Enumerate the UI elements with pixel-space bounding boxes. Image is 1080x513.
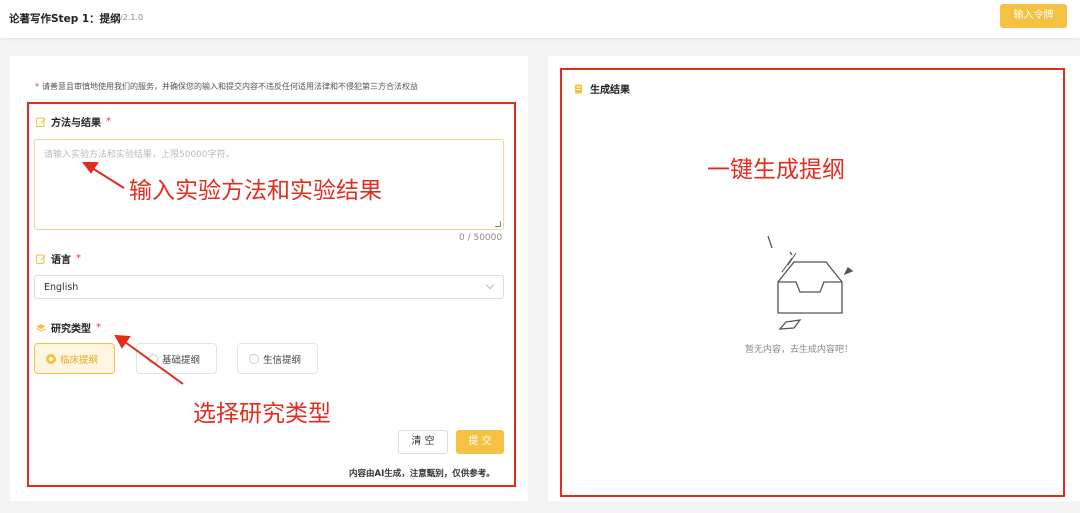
methods-placeholder: 请输入实验方法和实验结果，上限50000字符。	[44, 150, 235, 160]
language-label: 语言 *	[36, 251, 81, 266]
study-type-basic[interactable]: 基础提纲	[136, 343, 217, 374]
radio-unchecked-icon	[249, 353, 259, 364]
edit-icon	[36, 253, 46, 264]
language-label-text: 语言	[51, 255, 71, 266]
document-icon	[575, 84, 582, 93]
empty-state-text: 暂无内容，去生成内容吧！	[745, 345, 854, 355]
language-value: English	[44, 282, 79, 293]
result-highlight-box	[560, 68, 1065, 497]
resize-handle[interactable]	[495, 221, 501, 227]
version-label: v2.1.0	[118, 13, 144, 22]
clear-button[interactable]: 清 空	[398, 430, 448, 454]
page-title: 论著写作Step 1：提纲	[9, 13, 121, 25]
notice-mark: *	[35, 82, 39, 91]
study-type-label: 基础提纲	[162, 354, 201, 366]
required-mark: *	[106, 116, 111, 127]
top-bar: 论著写作Step 1：提纲 v2.1.0 输入令牌	[0, 0, 1080, 38]
ai-disclaimer: 内容由AI生成，注意甄别，仅供参考。	[349, 469, 495, 479]
edit-icon	[36, 116, 46, 127]
submit-button[interactable]: 提 交	[456, 430, 504, 454]
chevron-down-icon	[485, 280, 495, 290]
study-type-clinical[interactable]: 临床提纲	[34, 343, 115, 374]
enter-token-button[interactable]: 输入令牌	[1000, 4, 1067, 28]
layers-icon	[36, 323, 46, 332]
radio-unchecked-icon	[148, 353, 158, 364]
language-select[interactable]: English	[34, 275, 504, 299]
usage-notice-text: 请善意且审慎地使用我们的服务，并确保您的输入和提交内容不违反任何适用法律和不侵犯…	[42, 82, 418, 91]
methods-label: 方法与结果 *	[36, 114, 111, 129]
usage-notice: * 请善意且审慎地使用我们的服务，并确保您的输入和提交内容不违反任何适用法律和不侵…	[35, 81, 418, 92]
annotation-input-methods: 输入实验方法和实验结果	[129, 178, 382, 204]
required-mark: *	[76, 253, 81, 264]
study-type-label: 临床提纲	[60, 354, 99, 366]
study-type-label: 生信提纲	[263, 354, 302, 366]
radio-checked-icon	[46, 353, 56, 364]
annotation-generate: 一键生成提纲	[707, 157, 845, 183]
study-type-bioinformatics[interactable]: 生信提纲	[237, 343, 318, 374]
study-type-label-text: 研究类型	[51, 324, 91, 335]
character-counter: 0 / 50000	[459, 233, 503, 243]
methods-label-text: 方法与结果	[51, 118, 101, 129]
annotation-choose-type: 选择研究类型	[193, 401, 331, 427]
result-title: 生成结果	[574, 81, 630, 96]
result-title-text: 生成结果	[590, 85, 630, 96]
study-type-label: 研究类型 *	[36, 320, 101, 335]
required-mark: *	[96, 322, 101, 333]
